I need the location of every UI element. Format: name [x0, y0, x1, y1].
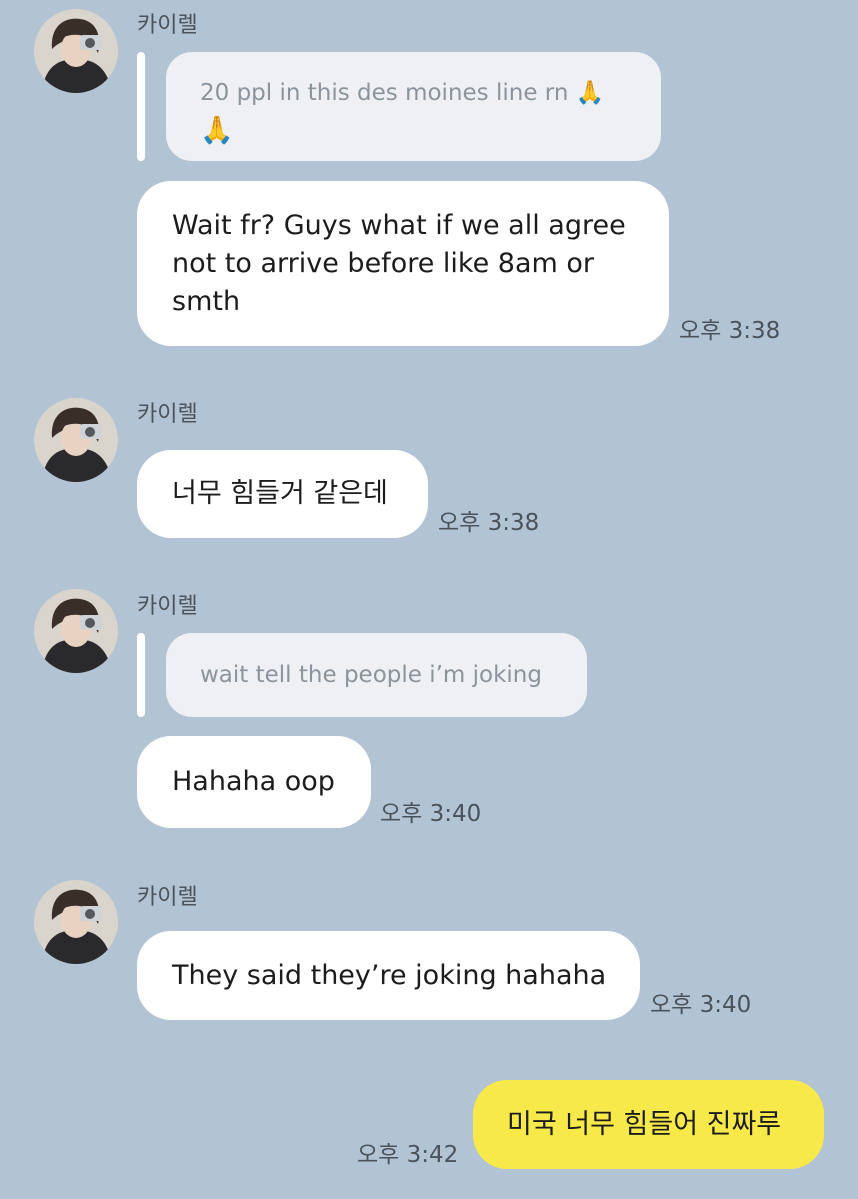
- message-text: 너무 힘들거 같은데: [172, 478, 388, 509]
- message-timestamp: 오후 3:42: [357, 1142, 459, 1168]
- message-timestamp: 오후 3:38: [679, 318, 781, 344]
- message-text-line: smth: [172, 286, 241, 317]
- message-text: Hahaha oop: [172, 766, 335, 797]
- sender-name: 카이렐: [137, 13, 198, 38]
- sender-avatar[interactable]: [34, 880, 118, 964]
- sender-name: 카이렐: [137, 594, 198, 619]
- sender-avatar[interactable]: [34, 398, 118, 482]
- reply-quote-bar: [137, 633, 145, 717]
- message-text: They said they’re joking hahaha: [172, 960, 607, 991]
- avatar-image: [34, 880, 118, 964]
- quoted-message[interactable]: 20 ppl in this des moines line rn 🙏 🙏: [166, 52, 661, 161]
- avatar-image: [34, 398, 118, 482]
- message-bubble[interactable]: They said they’re joking hahaha: [137, 931, 640, 1020]
- message-text-line: Wait fr? Guys what if we all agree: [172, 210, 626, 241]
- quoted-message[interactable]: wait tell the people i’m joking: [166, 633, 587, 717]
- sender-name: 카이렐: [137, 885, 198, 910]
- quoted-message-text: wait tell the people i’m joking: [200, 662, 542, 688]
- sender-name: 카이렐: [137, 402, 198, 427]
- message-text-line: not to arrive before like 8am or: [172, 248, 595, 279]
- reply-quote-bar: [137, 52, 145, 161]
- message-bubble[interactable]: 너무 힘들거 같은데: [137, 450, 428, 538]
- message-timestamp: 오후 3:40: [380, 801, 482, 827]
- message-bubble[interactable]: Hahaha oop: [137, 736, 371, 828]
- message-timestamp: 오후 3:40: [650, 992, 752, 1018]
- sender-avatar[interactable]: [34, 9, 118, 93]
- avatar-image: [34, 589, 118, 673]
- quoted-message-text: 20 ppl in this des moines line rn 🙏: [200, 80, 605, 106]
- message-text: 미국 너무 힘들어 진짜루: [507, 1109, 782, 1140]
- message-timestamp: 오후 3:38: [438, 510, 540, 536]
- pray-emoji-icon: 🙏: [200, 115, 234, 146]
- my-message-bubble[interactable]: 미국 너무 힘들어 진짜루: [473, 1080, 824, 1169]
- sender-avatar[interactable]: [34, 589, 118, 673]
- avatar-image: [34, 9, 118, 93]
- message-bubble[interactable]: Wait fr? Guys what if we all agree not t…: [137, 181, 669, 346]
